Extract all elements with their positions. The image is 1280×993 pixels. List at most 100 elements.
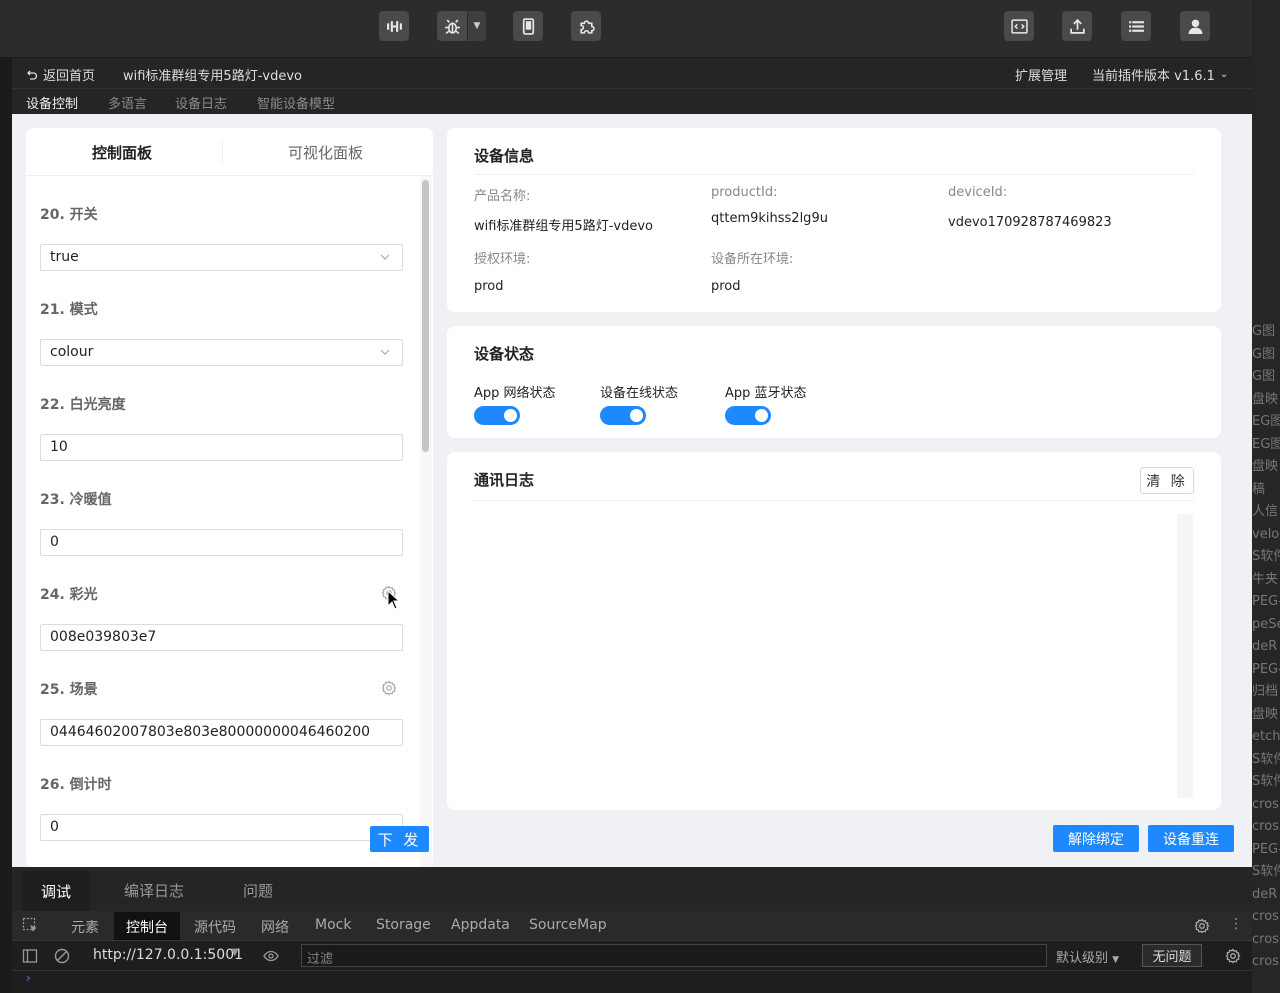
nav-network[interactable]: 网络 — [261, 917, 289, 937]
plugin-button[interactable] — [571, 11, 601, 41]
more-icon[interactable]: ⋮ — [1229, 916, 1243, 932]
user-button[interactable] — [1180, 11, 1210, 41]
devtools-panel: 调试 编译日志 问题 元素 控制台 源代码 网络 Mock Storage Ap… — [12, 867, 1252, 993]
undo-icon — [27, 70, 38, 80]
top-toolbar: ▼ — [0, 0, 1252, 58]
chevron-down-icon[interactable]: ▼ — [231, 947, 239, 958]
chevron-down-icon — [380, 254, 390, 260]
mode-select[interactable]: colour — [40, 339, 403, 366]
plugin-version-dropdown[interactable]: 当前插件版本 v1.6.1 ⌄ — [1092, 65, 1228, 84]
tab-device-log[interactable]: 设备日志 — [175, 93, 227, 112]
device-online-toggle[interactable] — [600, 406, 646, 425]
upload-button[interactable] — [1062, 11, 1092, 41]
background-list-item: G图 — [1252, 324, 1276, 339]
device-env-value: prod — [711, 279, 741, 294]
code-view-button[interactable] — [1004, 11, 1034, 41]
device-id-label: deviceId: — [948, 185, 1008, 200]
background-list-item: 归档 — [1252, 684, 1279, 699]
log-level-dropdown[interactable]: 默认级别 ▼ — [1056, 947, 1119, 966]
background-list-item: cros — [1252, 931, 1279, 947]
temperature-input[interactable]: 0 — [40, 529, 403, 556]
unbind-button[interactable]: 解除绑定 — [1053, 825, 1139, 852]
app-network-label: App 网络状态 — [474, 386, 556, 401]
chevron-down-icon: ⌄ — [1219, 69, 1229, 80]
tab-device-model[interactable]: 智能设备模型 — [257, 93, 335, 112]
background-list-item: etch — [1252, 729, 1280, 744]
console-prompt-icon: › — [26, 971, 31, 985]
app-network-toggle[interactable] — [474, 406, 520, 425]
reconnect-button[interactable]: 设备重连 — [1148, 825, 1234, 852]
tab-debug[interactable]: 调试 — [22, 871, 90, 911]
countdown-input[interactable]: 0 — [40, 814, 403, 841]
nav-sourcemap[interactable]: SourceMap — [529, 917, 607, 933]
app-bluetooth-label: App 蓝牙状态 — [725, 386, 807, 401]
tab-visual-panel[interactable]: 可视化面板 — [288, 142, 363, 163]
chevron-down-icon: ▼ — [1112, 955, 1120, 965]
device-status-title: 设备状态 — [474, 345, 535, 363]
no-issues-button[interactable]: 无问题 — [1142, 944, 1202, 967]
bug-icon — [444, 19, 460, 34]
tab-divider — [222, 142, 223, 162]
clear-console-icon[interactable] — [54, 948, 70, 968]
tab-device-control[interactable]: 设备控制 — [26, 93, 78, 112]
context-url[interactable]: http://127.0.0.1:5001 — [93, 947, 243, 963]
mode-value: colour — [50, 344, 94, 360]
app-window: G图G图G图盘映EG图EG图盘映稿人信veloS软件牛夹PEG-peSedeRP… — [0, 0, 1280, 993]
list-icon — [1128, 20, 1144, 32]
compile-button[interactable] — [379, 11, 409, 41]
settings-icon[interactable] — [1225, 948, 1241, 968]
send-button[interactable]: 下 发 — [370, 826, 429, 852]
auth-env-label: 授权环境: — [474, 252, 531, 267]
nav-sources[interactable]: 源代码 — [194, 917, 236, 937]
device-env-label: 设备所在环境: — [711, 252, 794, 267]
device-preview-button[interactable] — [513, 11, 543, 41]
nav-console[interactable]: 控制台 — [114, 912, 180, 940]
field-label-switch: 20. 开关 — [40, 207, 98, 223]
app-bluetooth-toggle[interactable] — [725, 406, 771, 425]
log-scrollbar[interactable] — [1177, 514, 1193, 798]
upload-icon — [1069, 18, 1085, 34]
background-list-item: PEG- — [1252, 594, 1280, 609]
scrollbar-thumb[interactable] — [422, 180, 429, 452]
comm-log-card: 通讯日志 清 除 — [447, 452, 1221, 810]
background-list-item: PEG- — [1252, 661, 1280, 677]
nav-mock[interactable]: Mock — [315, 917, 351, 933]
scene-input[interactable]: 04464602007803e803e80000000046460200 — [40, 719, 403, 746]
user-icon — [1188, 19, 1202, 34]
list-button[interactable] — [1121, 11, 1151, 41]
tab-control-panel[interactable]: 控制面板 — [92, 142, 152, 163]
eye-icon[interactable] — [263, 948, 279, 968]
back-home-label: 返回首页 — [43, 69, 96, 84]
bars-icon — [386, 20, 402, 32]
background-list-item: EG图 — [1252, 436, 1280, 452]
background-list-item: S软件 — [1252, 751, 1280, 767]
settings-icon[interactable] — [1194, 918, 1210, 938]
background-list-item: velo — [1252, 526, 1280, 542]
debug-button[interactable] — [437, 11, 467, 41]
device-info-title: 设备信息 — [474, 147, 535, 165]
code-window-icon — [1010, 18, 1028, 34]
sidebar-toggle-icon[interactable] — [22, 948, 38, 968]
version-label: 当前插件版本 v1.6.1 — [1092, 69, 1215, 84]
background-list-item: 牛夹 — [1252, 571, 1279, 587]
panel-scrollbar[interactable] — [420, 176, 432, 868]
colour-input[interactable]: 008e039803e7 — [40, 624, 403, 651]
background-list-item: EG图 — [1252, 414, 1280, 429]
gear-icon[interactable] — [381, 680, 397, 696]
tab-compile-log[interactable]: 编译日志 — [124, 880, 184, 901]
switch-select[interactable]: true — [40, 244, 403, 271]
back-home-link[interactable]: 返回首页 — [26, 65, 95, 84]
extension-manage-link[interactable]: 扩展管理 — [1015, 65, 1067, 84]
debug-dropdown[interactable]: ▼ — [468, 11, 486, 41]
tab-i18n[interactable]: 多语言 — [108, 93, 147, 112]
inspect-icon[interactable] — [22, 917, 38, 937]
background-list-item: PEG- — [1252, 841, 1280, 857]
nav-elements[interactable]: 元素 — [71, 917, 99, 937]
nav-appdata[interactable]: Appdata — [451, 917, 510, 933]
nav-storage[interactable]: Storage — [376, 917, 431, 933]
brightness-input[interactable]: 10 — [40, 434, 403, 461]
project-name: wifi标准群组专用5路灯-vdevo — [123, 69, 302, 84]
clear-log-button[interactable]: 清 除 — [1140, 467, 1194, 494]
console-filter-input[interactable]: 过滤 — [301, 944, 1047, 967]
tab-problems[interactable]: 问题 — [243, 880, 273, 901]
